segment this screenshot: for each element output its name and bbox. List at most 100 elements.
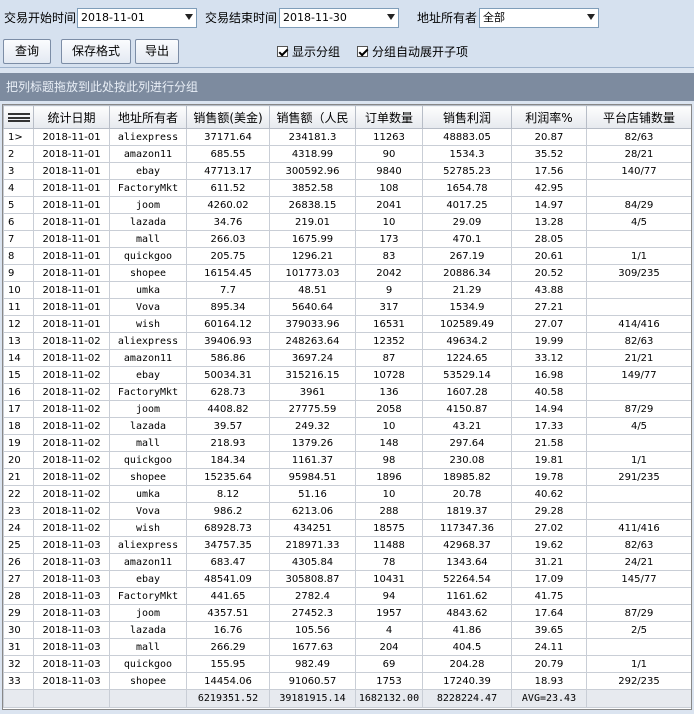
table-cell: 2018-11-02 <box>33 332 110 350</box>
table-cell: 2018-11-02 <box>33 400 110 418</box>
table-cell: 34.76 <box>186 213 270 231</box>
table-cell: 291/235 <box>586 468 691 486</box>
column-header[interactable]: 平台店铺数量 <box>586 105 691 129</box>
table-row[interactable]: 10 2018-11-01 umka 7.7 48.51 9 21.29 43.88 <box>3 281 691 299</box>
table-row[interactable]: 22 2018-11-02 umka 8.12 51.16 10 20.78 40.62 <box>3 485 691 503</box>
table-row[interactable]: 25 2018-11-03 aliexpress 34757.35 218971.33 1… <box>3 536 691 554</box>
row-number-cell: 26 <box>3 553 34 571</box>
column-header[interactable]: 利润率% <box>511 105 587 129</box>
table-cell: 266.03 <box>186 230 270 248</box>
table-row[interactable]: 31 2018-11-03 mall 266.29 1677.63 204 404.5 24.… <box>3 638 691 656</box>
column-header[interactable]: 销售额(美金) <box>186 105 270 129</box>
table-row[interactable]: 20 2018-11-02 quickgoo 184.34 1161.37 98 230.0… <box>3 451 691 469</box>
table-cell: 1654.78 <box>422 179 512 197</box>
table-row[interactable]: 7 2018-11-01 mall 266.03 1675.99 173 470.1 28.0… <box>3 230 691 248</box>
table-cell: 2018-11-01 <box>33 247 110 265</box>
table-cell: 148 <box>355 434 423 452</box>
table-row[interactable]: 21 2018-11-02 shopee 15235.64 95984.51 1896 18… <box>3 468 691 486</box>
table-row[interactable]: 27 2018-11-03 ebay 48541.09 305808.87 10431 52… <box>3 570 691 588</box>
table-row[interactable]: 33 2018-11-03 shopee 14454.06 91060.57 1753 17… <box>3 672 691 690</box>
row-number-cell: 31 <box>3 638 34 656</box>
table-cell: 21/21 <box>586 349 691 367</box>
row-number-cell: 21 <box>3 468 34 486</box>
table-row[interactable]: 30 2018-11-03 lazada 16.76 105.56 4 41.86 39.65… <box>3 621 691 639</box>
table-row[interactable]: 4 2018-11-01 FactoryMkt 611.52 3852.58 108 165… <box>3 179 691 197</box>
column-header[interactable]: 订单数量 <box>355 105 423 129</box>
table-cell: 1957 <box>355 604 423 622</box>
column-header[interactable]: 销售额（人民 <box>269 105 356 129</box>
row-number-cell: 13 <box>3 332 34 350</box>
end-date-combo[interactable]: 2018-11-30 <box>279 8 399 28</box>
row-number-cell: 5 <box>3 196 34 214</box>
checkbox-checked-icon[interactable] <box>277 46 288 57</box>
table-row[interactable]: 6 2018-11-01 lazada 34.76 219.01 10 29.09 13.28… <box>3 213 691 231</box>
table-row[interactable]: 19 2018-11-02 mall 218.93 1379.26 148 297.64 21… <box>3 434 691 452</box>
export-button[interactable]: 导出 <box>135 39 179 64</box>
table-cell: lazada <box>109 621 187 639</box>
table-row[interactable]: 8 2018-11-01 quickgoo 205.75 1296.21 83 267.19… <box>3 247 691 265</box>
table-row[interactable]: 24 2018-11-02 wish 68928.73 434251 18575 11734… <box>3 519 691 537</box>
start-date-label: 交易开始时间 <box>4 11 77 25</box>
chevron-down-icon[interactable] <box>185 14 193 20</box>
end-date-value: 2018-11-30 <box>283 11 347 24</box>
table-cell: 1819.37 <box>422 502 512 520</box>
auto-expand-checkbox[interactable]: 分组自动展开子项 <box>357 45 468 59</box>
table-row[interactable]: 2 2018-11-01 amazon11 685.55 4318.99 90 1534.3… <box>3 145 691 163</box>
table-cell: 27452.3 <box>269 604 356 622</box>
table-cell <box>586 587 691 605</box>
table-row[interactable]: 1> 2018-11-01 aliexpress 37171.64 234181.3 11… <box>3 128 691 146</box>
column-header[interactable]: 统计日期 <box>33 105 110 129</box>
table-cell: 12352 <box>355 332 423 350</box>
table-row[interactable]: 23 2018-11-02 Vova 986.2 6213.06 288 1819.37 29… <box>3 502 691 520</box>
column-chooser-header[interactable] <box>3 105 34 129</box>
table-cell: 2018-11-01 <box>33 315 110 333</box>
table-cell: 173 <box>355 230 423 248</box>
table-row[interactable]: 32 2018-11-03 quickgoo 155.95 982.49 69 204.28… <box>3 655 691 673</box>
column-header[interactable]: 销售利润 <box>422 105 512 129</box>
table-row[interactable]: 9 2018-11-01 shopee 16154.45 101773.03 2042 20… <box>3 264 691 282</box>
table-row[interactable]: 26 2018-11-03 amazon11 683.47 4305.84 78 1343.… <box>3 553 691 571</box>
table-row[interactable]: 17 2018-11-02 joom 4408.82 27775.59 2058 4150.… <box>3 400 691 418</box>
chevron-down-icon[interactable] <box>387 14 395 20</box>
table-row[interactable]: 5 2018-11-01 joom 4260.02 26838.15 2041 4017.2… <box>3 196 691 214</box>
table-cell: shopee <box>109 264 187 282</box>
table-cell: 82/63 <box>586 332 691 350</box>
owner-combo[interactable]: 全部 <box>479 8 599 28</box>
row-number-cell: 3 <box>3 162 34 180</box>
table-cell: 34757.35 <box>186 536 270 554</box>
table-cell: 2018-11-01 <box>33 179 110 197</box>
table-cell: 1/1 <box>586 655 691 673</box>
table-row[interactable]: 12 2018-11-01 wish 60164.12 379033.96 16531 10… <box>3 315 691 333</box>
table-cell: 87 <box>355 349 423 367</box>
query-button[interactable]: 查询 <box>3 39 51 64</box>
show-group-checkbox[interactable]: 显示分组 <box>277 45 340 59</box>
table-cell: 19.99 <box>511 332 587 350</box>
table-cell: 2018-11-01 <box>33 162 110 180</box>
chevron-down-icon[interactable] <box>587 14 595 20</box>
checkbox-checked-icon[interactable] <box>357 46 368 57</box>
table-row[interactable]: 28 2018-11-03 FactoryMkt 441.65 2782.4 94 1161… <box>3 587 691 605</box>
table-cell: 24.11 <box>511 638 587 656</box>
table-row[interactable]: 11 2018-11-01 Vova 895.34 5640.64 317 1534.9 27… <box>3 298 691 316</box>
table-row[interactable]: 29 2018-11-03 joom 4357.51 27452.3 1957 4843.6… <box>3 604 691 622</box>
table-row[interactable]: 18 2018-11-02 lazada 39.57 249.32 10 43.21 17.3… <box>3 417 691 435</box>
table-cell: 27.21 <box>511 298 587 316</box>
column-header[interactable]: 地址所有者 <box>109 105 187 129</box>
table-row[interactable]: 3 2018-11-01 ebay 47713.17 300592.96 9840 5278… <box>3 162 691 180</box>
table-row[interactable]: 14 2018-11-02 amazon11 586.86 3697.24 87 1224.… <box>3 349 691 367</box>
table-cell: 1677.63 <box>269 638 356 656</box>
column-menu-icon[interactable] <box>7 113 30 122</box>
table-cell: 2018-11-01 <box>33 281 110 299</box>
table-cell: 20.52 <box>511 264 587 282</box>
save-format-button[interactable]: 保存格式 <box>61 39 131 64</box>
table-cell: 218971.33 <box>269 536 356 554</box>
table-row[interactable]: 16 2018-11-02 FactoryMkt 628.73 3961 136 1607.… <box>3 383 691 401</box>
table-row[interactable]: 15 2018-11-02 ebay 50034.31 315216.15 10728 53… <box>3 366 691 384</box>
table-row[interactable]: 13 2018-11-02 aliexpress 39406.93 248263.64 1… <box>3 332 691 350</box>
sales-data-grid: 统计日期 地址所有者 销售额(美金) 销售额（人民 订单数量 销售利润 利润率% 平台店铺数量… <box>2 104 692 710</box>
start-date-combo[interactable]: 2018-11-01 <box>77 8 197 28</box>
table-cell: 219.01 <box>269 213 356 231</box>
row-number-cell: 30 <box>3 621 34 639</box>
table-cell: ebay <box>109 570 187 588</box>
group-by-drop-area[interactable]: 把列标题拖放到此处按此列进行分组 <box>0 73 694 101</box>
